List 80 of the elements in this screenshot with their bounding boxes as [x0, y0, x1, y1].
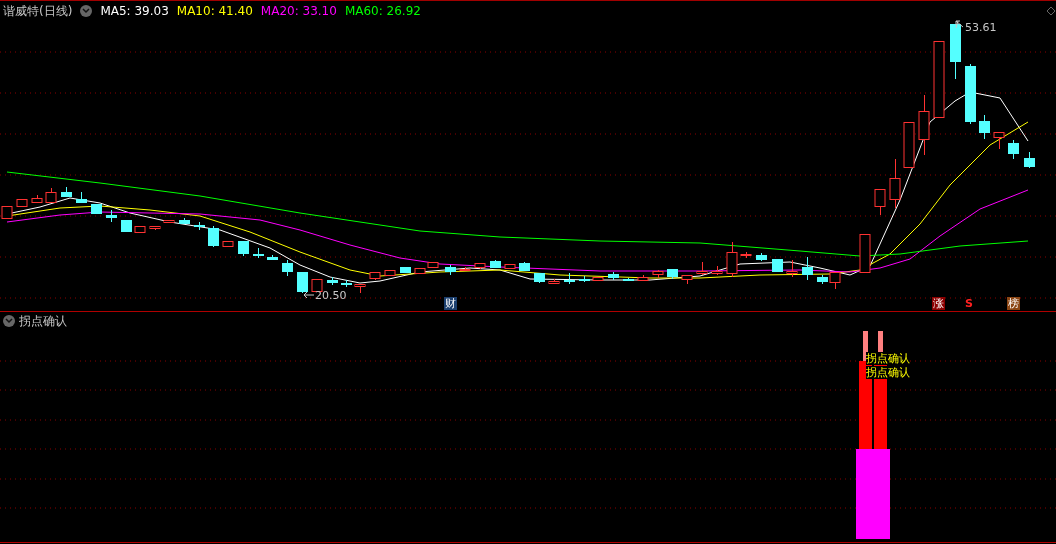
candle	[16, 198, 28, 207]
event-marker[interactable]: S	[964, 297, 974, 310]
candle	[179, 217, 190, 225]
candle	[889, 158, 901, 209]
candle	[459, 266, 471, 272]
candle	[267, 254, 278, 261]
ma-legend-label: MA20: 33.10	[260, 3, 337, 19]
candle	[756, 252, 767, 262]
candle	[238, 240, 249, 257]
candle	[667, 268, 678, 280]
candle	[504, 263, 516, 269]
candle	[681, 274, 693, 285]
candle	[548, 278, 560, 284]
candle	[163, 219, 175, 223]
candle	[874, 188, 886, 216]
candle	[297, 271, 308, 294]
candle	[564, 272, 575, 285]
event-marker[interactable]: 财	[444, 297, 457, 310]
event-marker[interactable]: 榜	[1007, 297, 1020, 310]
candle	[31, 194, 43, 203]
candle	[979, 114, 990, 140]
candle	[91, 203, 102, 215]
candle	[519, 261, 530, 272]
candle	[61, 186, 72, 198]
candle	[579, 275, 590, 283]
candle	[106, 209, 117, 223]
candle	[726, 241, 738, 278]
candle	[903, 121, 915, 168]
signal-label: 拐点确认	[866, 366, 910, 379]
candle	[993, 131, 1005, 150]
candle	[859, 233, 871, 274]
candle	[637, 274, 649, 282]
ma-legend-label: MA5: 39.03	[100, 3, 169, 19]
candle	[253, 247, 264, 259]
candle	[711, 265, 723, 276]
candle	[965, 63, 976, 125]
candle	[134, 225, 146, 233]
candle	[282, 259, 293, 277]
low-price-label: 20.50	[315, 289, 347, 302]
candle	[623, 277, 634, 282]
candle	[369, 271, 381, 281]
candle	[76, 191, 87, 204]
candle	[740, 251, 752, 259]
candle	[311, 278, 323, 292]
chart-title: 谐威特(日线)	[3, 3, 73, 19]
event-marker[interactable]: 涨	[932, 297, 945, 310]
candle	[608, 271, 619, 281]
high-price-label: 53.61	[965, 21, 997, 34]
candle	[696, 261, 708, 276]
candle	[490, 259, 501, 269]
candle	[384, 269, 396, 276]
dropdown-icon[interactable]	[3, 315, 15, 327]
ma-legend-label: MA10: 41.40	[176, 3, 253, 19]
candle	[950, 23, 961, 80]
candle	[121, 219, 132, 233]
candle	[1024, 151, 1035, 169]
candle	[592, 276, 604, 281]
ma-legend-label: MA60: 26.92	[344, 3, 421, 19]
candle	[802, 256, 813, 281]
candle	[149, 225, 161, 231]
candle	[786, 259, 798, 278]
candle	[327, 276, 338, 286]
candle	[1008, 139, 1019, 160]
candle	[222, 240, 234, 247]
candle	[918, 94, 930, 156]
candle	[534, 272, 545, 284]
candle	[772, 258, 783, 273]
candle	[652, 269, 664, 279]
indicator-title: 拐点确认	[19, 313, 67, 329]
candle	[474, 262, 486, 270]
candle	[445, 264, 456, 276]
candle	[45, 187, 57, 203]
diamond-icon[interactable]	[1046, 6, 1056, 16]
dropdown-icon[interactable]	[80, 5, 93, 17]
signal-label: 拐点确认	[866, 352, 910, 365]
candle	[208, 225, 219, 248]
candle	[400, 266, 411, 274]
candle	[354, 283, 366, 294]
candle	[194, 221, 205, 231]
candle	[341, 279, 352, 288]
